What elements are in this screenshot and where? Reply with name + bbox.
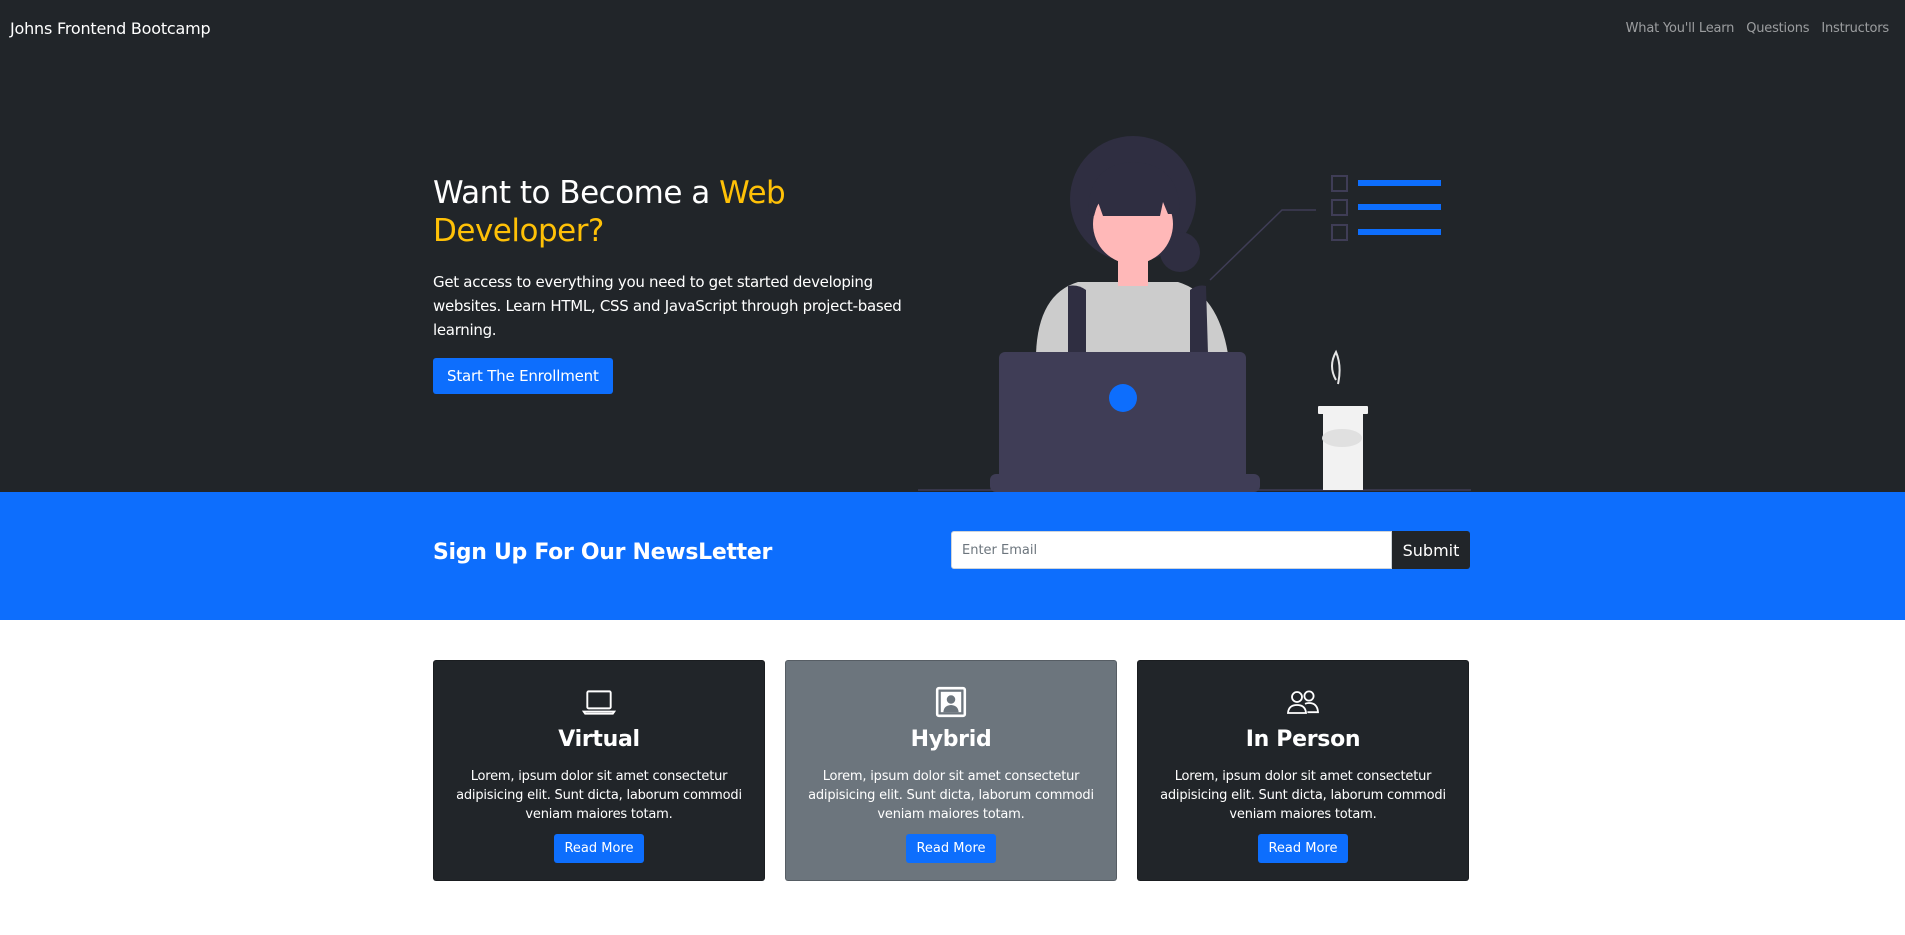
nav-links: What You'll Learn Questions Instructors bbox=[1620, 21, 1895, 36]
person-badge-icon bbox=[786, 685, 1116, 719]
nav-link-instructors[interactable]: Instructors bbox=[1815, 21, 1895, 36]
read-more-button-hybrid[interactable]: Read More bbox=[906, 834, 996, 863]
coffee-cup-graphic bbox=[1318, 349, 1368, 490]
card-text: Lorem, ipsum dolor sit amet consectetur … bbox=[456, 769, 742, 822]
woman-at-laptop-illustration bbox=[918, 136, 1471, 492]
card-title: Virtual bbox=[558, 727, 640, 752]
read-more-button-in-person[interactable]: Read More bbox=[1258, 834, 1348, 863]
hero-section: Want to Become a Web Developer? Get acce… bbox=[0, 56, 1905, 492]
newsletter-section: Sign Up For Our NewsLetter Submit bbox=[0, 492, 1905, 620]
hero-lead: Get access to everything you need to get… bbox=[433, 273, 902, 339]
start-enrollment-button[interactable]: Start The Enrollment bbox=[433, 358, 613, 394]
people-icon bbox=[1138, 685, 1468, 719]
boxes-section: Virtual Lorem, ipsum dolor sit amet cons… bbox=[433, 660, 1470, 881]
hero-title-prefix: Want to Become a bbox=[433, 175, 720, 211]
card-text: Lorem, ipsum dolor sit amet consectetur … bbox=[1160, 769, 1446, 822]
navbar: Johns Frontend Bootcamp What You'll Lear… bbox=[0, 0, 1905, 56]
hero-title: Want to Become a Web Developer? bbox=[433, 174, 933, 250]
card-virtual: Virtual Lorem, ipsum dolor sit amet cons… bbox=[433, 660, 765, 881]
card-in-person: In Person Lorem, ipsum dolor sit amet co… bbox=[1137, 660, 1469, 881]
hero-text: Want to Become a Web Developer? Get acce… bbox=[433, 174, 933, 394]
card-text: Lorem, ipsum dolor sit amet consectetur … bbox=[808, 769, 1094, 822]
brand-link[interactable]: Johns Frontend Bootcamp bbox=[10, 19, 211, 38]
nav-link-what-youll-learn[interactable]: What You'll Learn bbox=[1620, 21, 1741, 36]
email-input[interactable] bbox=[951, 531, 1392, 569]
nav-link-questions[interactable]: Questions bbox=[1740, 21, 1815, 36]
submit-button[interactable]: Submit bbox=[1392, 531, 1470, 569]
newsletter-form: Submit bbox=[951, 531, 1470, 569]
card-title: Hybrid bbox=[910, 727, 992, 752]
card-title: In Person bbox=[1245, 727, 1361, 752]
checklist-graphic bbox=[1209, 175, 1441, 281]
read-more-button-virtual[interactable]: Read More bbox=[554, 834, 644, 863]
card-hybrid: Hybrid Lorem, ipsum dolor sit amet conse… bbox=[785, 660, 1117, 881]
newsletter-title: Sign Up For Our NewsLetter bbox=[433, 540, 773, 565]
laptop-icon bbox=[434, 685, 764, 719]
